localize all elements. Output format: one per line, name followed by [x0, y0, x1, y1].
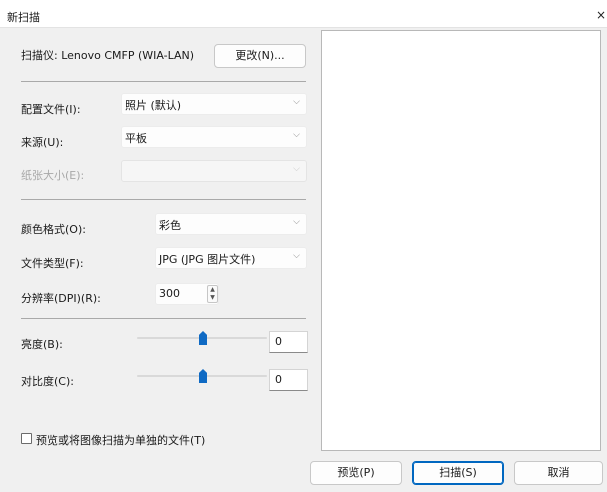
color-format-value: 彩色 [159, 219, 181, 232]
resolution-label: 分辨率(DPI)(R): [21, 292, 101, 305]
separator [21, 318, 306, 319]
file-type-select[interactable]: JPG (JPG 图片文件) ⌵ [155, 247, 307, 269]
resolution-stepper[interactable]: 300 ▲ ▼ [155, 283, 219, 305]
preview-area [321, 30, 601, 451]
profile-label: 配置文件(I): [21, 103, 81, 116]
paper-size-label: 纸张大小(E): [21, 169, 85, 182]
chevron-down-icon: ⌵ [293, 130, 300, 140]
spin-down-icon[interactable]: ▼ [208, 294, 217, 302]
paper-size-select: ⌵ [121, 160, 307, 182]
file-type-value: JPG (JPG 图片文件) [159, 253, 256, 266]
chevron-down-icon: ⌵ [293, 251, 300, 261]
contrast-input[interactable]: 0 [269, 369, 308, 391]
spinner-buttons[interactable]: ▲ ▼ [207, 285, 218, 303]
cancel-button[interactable]: 取消 [514, 461, 603, 485]
brightness-input[interactable]: 0 [269, 331, 308, 353]
separate-files-checkbox[interactable] [21, 433, 32, 444]
brightness-slider-thumb[interactable] [199, 331, 207, 345]
resolution-value: 300 [159, 287, 180, 300]
separator [21, 199, 306, 200]
color-format-label: 颜色格式(O): [21, 223, 86, 236]
scanner-label: 扫描仪: Lenovo CMFP (WIA-LAN) [21, 49, 195, 62]
profile-value: 照片 (默认) [125, 99, 182, 112]
brightness-value: 0 [275, 335, 282, 348]
brightness-label: 亮度(B): [21, 338, 63, 351]
separator [21, 81, 306, 82]
color-format-select[interactable]: 彩色 ⌵ [155, 213, 307, 235]
close-icon[interactable]: × [596, 8, 606, 22]
preview-button[interactable]: 预览(P) [310, 461, 402, 485]
source-label: 来源(U): [21, 136, 64, 149]
profile-select[interactable]: 照片 (默认) ⌵ [121, 93, 307, 115]
file-type-label: 文件类型(F): [21, 257, 84, 270]
change-scanner-button[interactable]: 更改(N)... [214, 44, 306, 68]
separate-files-label[interactable]: 预览或将图像扫描为单独的文件(T) [36, 432, 205, 448]
title-bar: 新扫描 × [0, 0, 607, 28]
chevron-down-icon: ⌵ [293, 97, 300, 107]
chevron-down-icon: ⌵ [293, 217, 300, 227]
source-select[interactable]: 平板 ⌵ [121, 126, 307, 148]
contrast-value: 0 [275, 373, 282, 386]
contrast-slider-thumb[interactable] [199, 369, 207, 383]
spin-up-icon[interactable]: ▲ [208, 286, 217, 294]
contrast-label: 对比度(C): [21, 375, 74, 388]
source-value: 平板 [125, 132, 147, 145]
scan-button[interactable]: 扫描(S) [412, 461, 504, 485]
chevron-down-icon: ⌵ [293, 164, 300, 174]
window-title: 新扫描 [7, 11, 40, 24]
